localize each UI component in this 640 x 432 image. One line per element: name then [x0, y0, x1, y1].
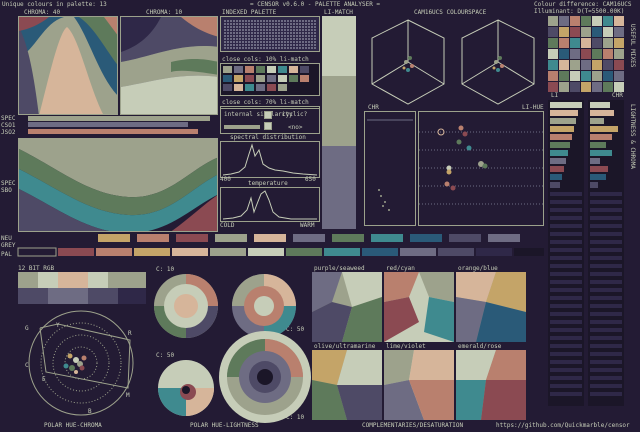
spectral-min: 400	[220, 176, 231, 183]
chroma-10-panel	[120, 16, 218, 115]
chroma-40-panel	[18, 16, 118, 115]
cyclic-label: cyclic?	[282, 111, 308, 118]
pc-letter-m: M	[126, 392, 130, 399]
orange-blue-label: orange/blue	[458, 265, 498, 272]
indexed-palette-grid	[220, 16, 320, 52]
12bit-strip	[18, 272, 146, 304]
cyclic-checkbox[interactable]	[264, 122, 272, 130]
12bit-label: 12 BIT RGB	[18, 265, 55, 272]
temperature-chart	[220, 187, 320, 222]
app-title: = CENSOR v0.6.0 - PALETTE ANALYSER =	[250, 1, 381, 8]
swatch-matrix	[548, 16, 626, 94]
chr-panel	[364, 111, 416, 226]
chr-label: CHR	[368, 104, 379, 111]
unique-colours-count: Unique colours in palette: 13	[2, 1, 107, 8]
spec-band-3	[28, 129, 198, 134]
spec-band-2	[28, 122, 188, 127]
polar-hue-chroma-label: POLAR HUE-CHROMA	[44, 422, 102, 429]
jso2-label: JSO2	[1, 129, 16, 136]
polar-hue-chroma-plot	[28, 310, 134, 416]
spectral-label: spectral distribution	[230, 134, 306, 141]
temperature-cold: COLD	[220, 222, 235, 229]
close-cols-10-label: close cols: 10% li-match	[222, 56, 309, 63]
chroma-40-label: CHROMA: 40	[24, 9, 61, 16]
useful-mixes-label: USEFUL MIXES	[629, 24, 636, 68]
indexed-palette-label: INDEXED PALETTE	[222, 9, 277, 16]
cyclic-value: <no>	[288, 124, 303, 131]
neutral-grey-strip	[98, 234, 520, 242]
palette-strip	[17, 247, 544, 257]
grey-label: GREY	[1, 242, 16, 249]
spec-band-1	[28, 116, 210, 121]
red-cyan-label: red/cyan	[386, 265, 415, 272]
illuminant-label: Illuminant: D(T=5500.00K)	[534, 8, 625, 15]
lightness-chroma-label: LIGHTNESS & CHROMA	[629, 104, 636, 170]
spectral-chart	[220, 141, 320, 178]
pc-letter-r: R	[128, 330, 132, 337]
li-label: LI	[551, 92, 559, 99]
cso1-label: CSO1	[1, 122, 16, 129]
neu-label: NEU	[1, 235, 12, 242]
close-cols-70-label: close cols: 70% li-match	[222, 99, 309, 106]
pc-letter-c: C	[25, 362, 29, 369]
spec2-label: SPEC	[1, 180, 16, 187]
temperature-warm: WARM	[300, 222, 315, 229]
complementary-grid	[312, 272, 526, 420]
cam16ucs-label: CAM16UCS COLOURSPACE	[414, 9, 487, 16]
polar-circle-c50-bottom	[158, 360, 214, 416]
sbo-label: SBO	[1, 187, 12, 194]
purple-seaweed-label: purple/seaweed	[314, 265, 365, 272]
spectral-max: 650	[305, 176, 316, 183]
pc-letter-y: Y	[56, 322, 60, 329]
polar-circle-c10-bottom	[219, 331, 311, 423]
pc-letter-g: G	[25, 325, 29, 332]
close-cols-10-grid	[220, 63, 320, 96]
li-hue-label: LI-HUE	[522, 104, 544, 111]
chroma-10-label: CHROMA: 10	[146, 9, 183, 16]
internal-checkbox[interactable]	[264, 111, 272, 119]
pal-label: PAL	[1, 251, 12, 258]
pc-letter-e: E	[42, 376, 46, 383]
polar-circle-c10-top	[154, 274, 218, 338]
complementaries-label: COMPLEMENTARIES/DESATURATION	[362, 422, 464, 429]
internal-similarity-bar	[224, 125, 260, 129]
temperature-label: temperature	[248, 180, 288, 187]
chr-right-label: CHR	[612, 92, 623, 99]
polar-hue-lightness-label: POLAR HUE-LIGHTNESS	[190, 422, 259, 429]
github-link[interactable]: https://github.com/Quickmarble/censor	[496, 422, 630, 429]
spectral-curve-panel	[18, 138, 218, 232]
colour-difference-label: Colour difference: CAM16UCS	[534, 1, 632, 8]
li-match-column	[322, 16, 356, 229]
spec-label: SPEC	[1, 115, 16, 122]
cam16ucs-cubes	[371, 19, 535, 105]
li-hue-panel	[418, 111, 544, 226]
pc-letter-b: B	[88, 408, 92, 415]
li-match-label: LI-MATCH	[324, 9, 353, 16]
li-chr-bars	[548, 100, 624, 406]
